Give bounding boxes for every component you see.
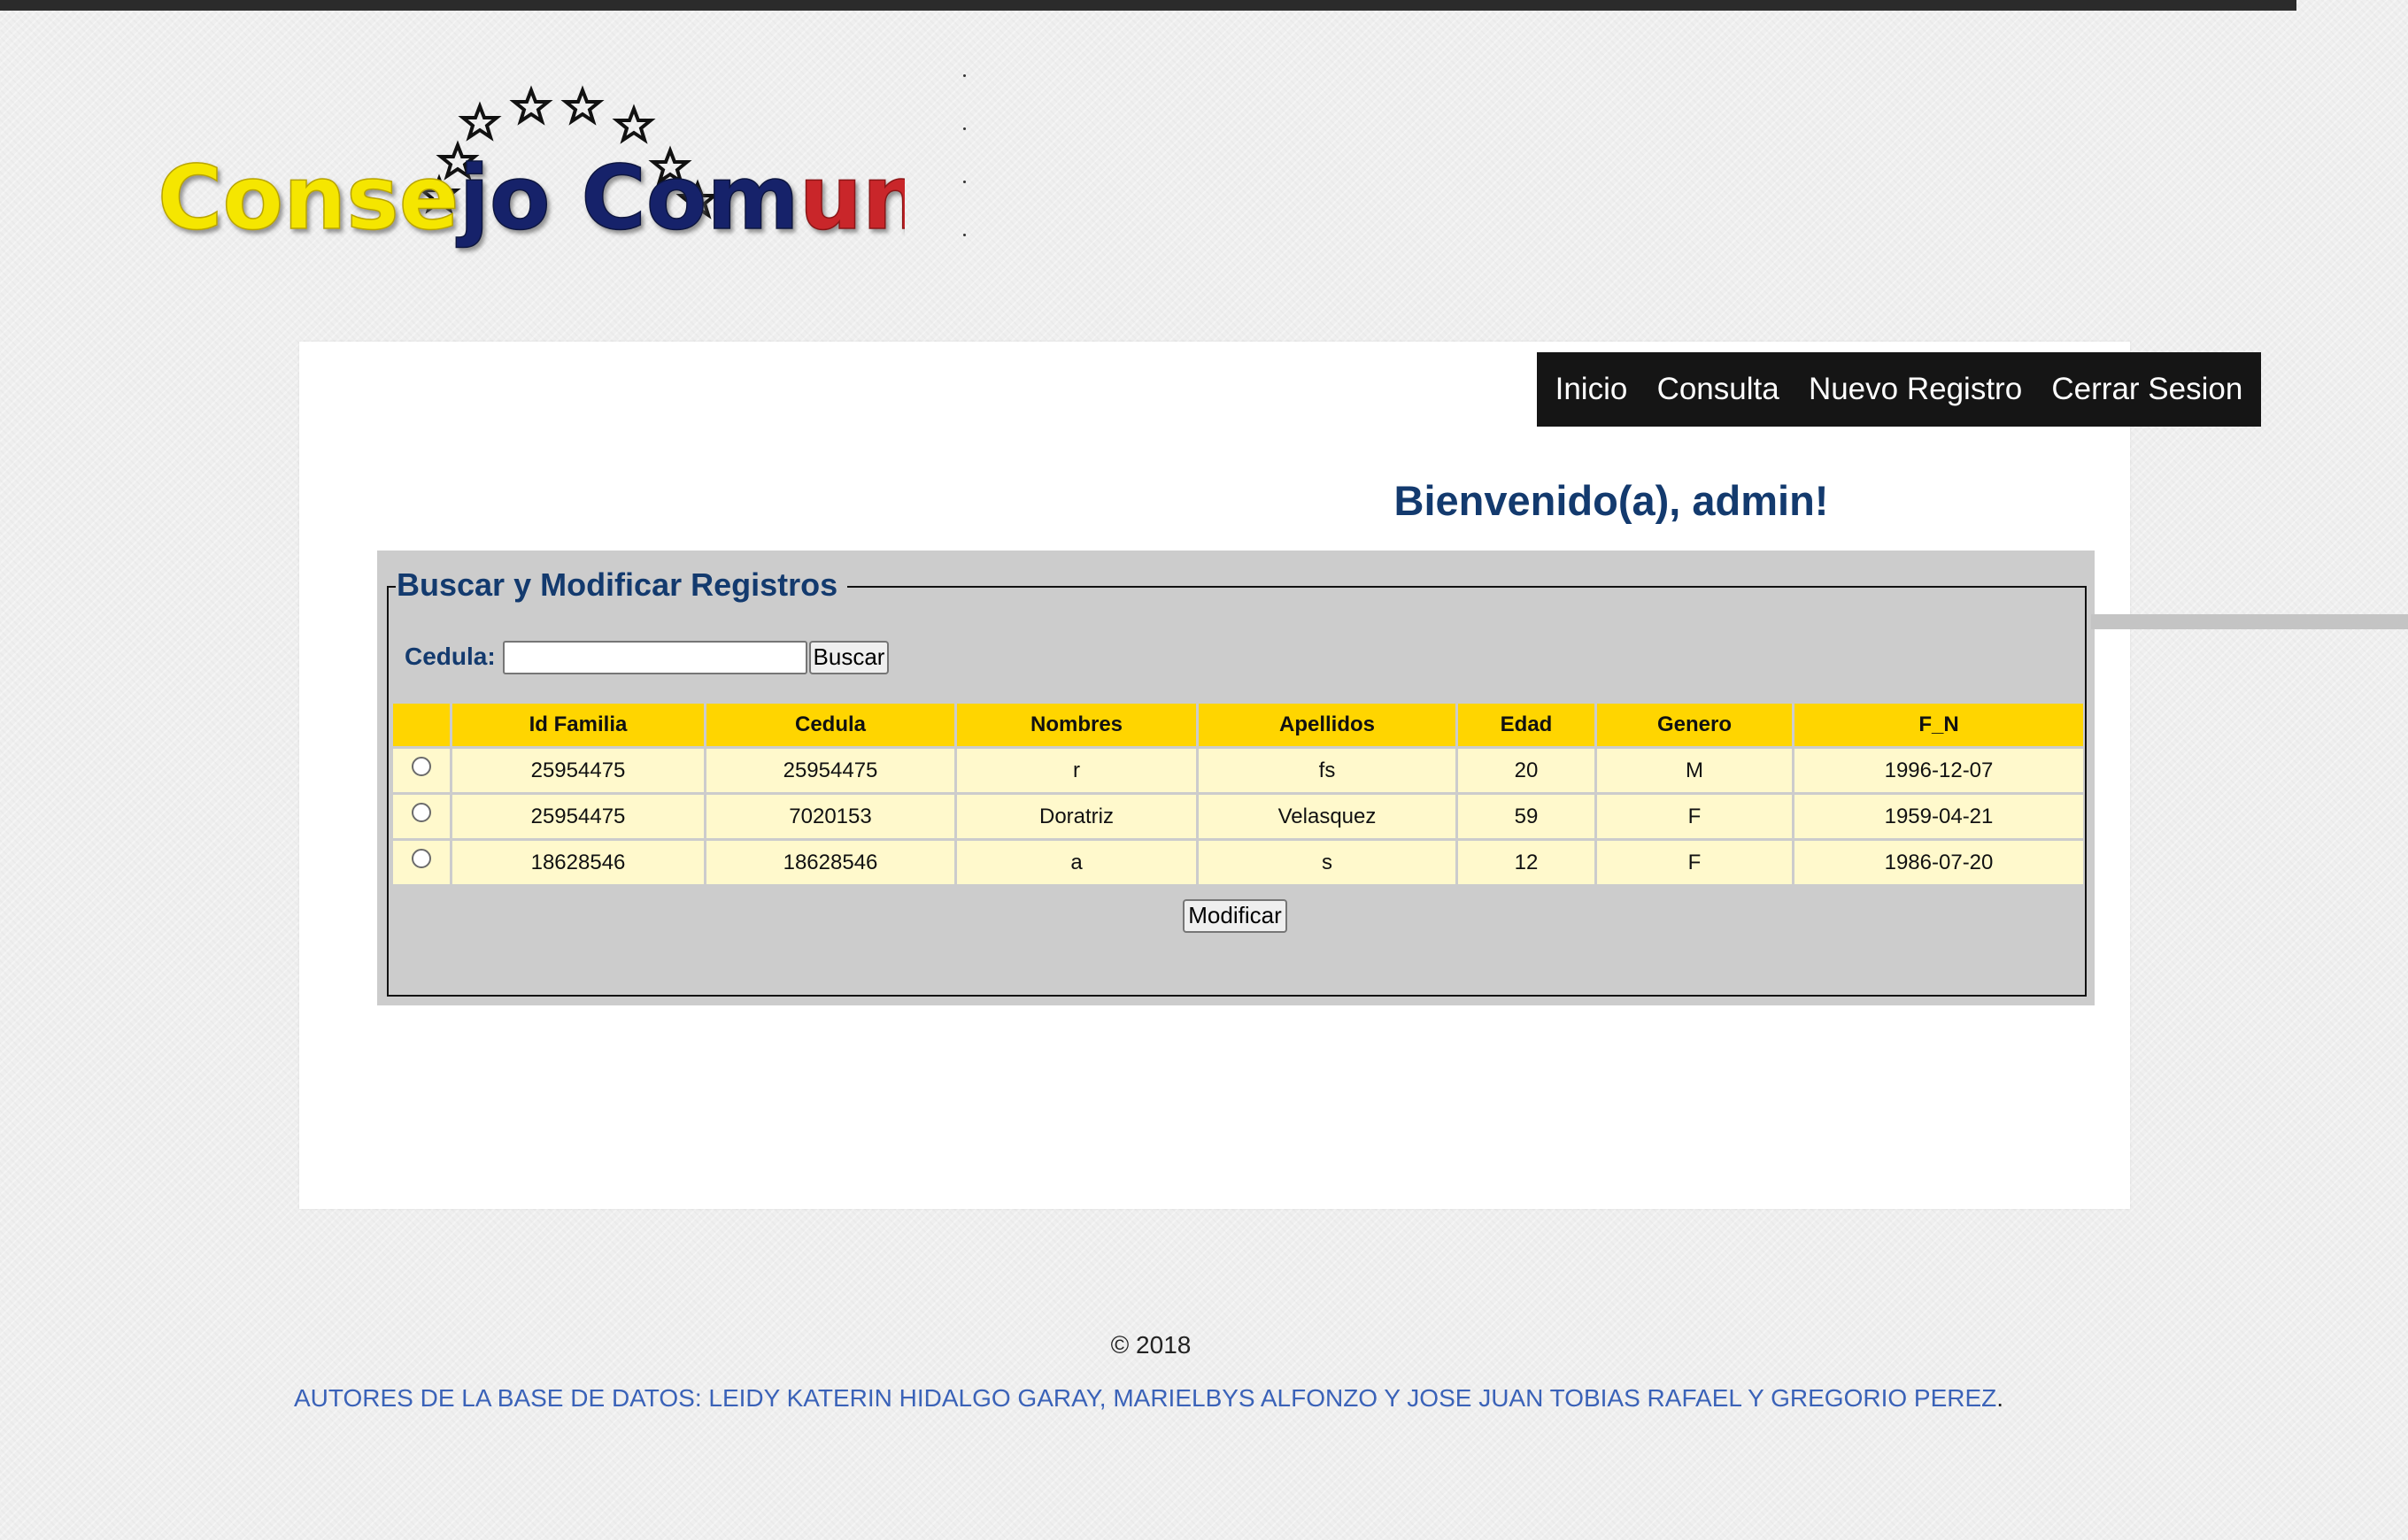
records-table: Id Familia Cedula Nombres Apellidos Edad… <box>390 701 2086 887</box>
main-nav: Inicio Consulta Nuevo Registro Cerrar Se… <box>1537 352 2261 427</box>
row-select-cell <box>393 841 450 884</box>
nav-nuevo-registro[interactable]: Nuevo Registro <box>1809 372 2022 407</box>
table-row: 25954475 25954475 r fs 20 M 1996-12-07 <box>393 749 2083 792</box>
row-select-cell <box>393 749 450 792</box>
table-row: 18628546 18628546 a s 12 F 1986-07-20 <box>393 841 2083 884</box>
cell-id-familia: 25954475 <box>452 749 704 792</box>
footer-authors-period: . <box>1996 1384 2004 1412</box>
cell-genero: F <box>1597 795 1792 838</box>
cell-id-familia: 25954475 <box>452 795 704 838</box>
nav-inicio[interactable]: Inicio <box>1555 372 1628 407</box>
fieldset-border-right <box>847 586 2087 588</box>
nav-consulta[interactable]: Consulta <box>1657 372 1779 407</box>
row-radio[interactable] <box>412 849 431 869</box>
horizontal-scroll-strip <box>2091 614 2408 629</box>
logo-graphic: Consejo Comunal <box>157 85 905 250</box>
cell-fecha-nacimiento: 1959-04-21 <box>1794 795 2083 838</box>
cell-cedula: 25954475 <box>706 749 954 792</box>
table-row: 25954475 7020153 Doratriz Velasquez 59 F… <box>393 795 2083 838</box>
cedula-input[interactable] <box>503 641 807 674</box>
welcome-heading: Bienvenido(a), admin! <box>1393 477 1829 524</box>
cell-edad: 20 <box>1458 749 1594 792</box>
top-bar <box>0 0 2296 11</box>
buscar-button[interactable]: Buscar <box>809 641 889 674</box>
header-cedula: Cedula <box>706 704 954 746</box>
fieldset-border-left <box>387 586 396 588</box>
cell-edad: 59 <box>1458 795 1594 838</box>
cell-cedula: 18628546 <box>706 841 954 884</box>
header-fecha-nacimiento: F_N <box>1794 704 2083 746</box>
cell-apellidos: Velasquez <box>1199 795 1455 838</box>
cell-nombres: Doratriz <box>957 795 1196 838</box>
row-select-cell <box>393 795 450 838</box>
cell-edad: 12 <box>1458 841 1594 884</box>
cell-fecha-nacimiento: 1996-12-07 <box>1794 749 2083 792</box>
cell-id-familia: 18628546 <box>452 841 704 884</box>
cell-nombres: a <box>957 841 1196 884</box>
consejo-comunal-logo: Consejo Comunal <box>152 80 905 266</box>
footer-authors: AUTORES DE LA BASE DE DATOS: LEIDY KATER… <box>294 1384 2003 1413</box>
cell-apellidos: fs <box>1199 749 1455 792</box>
cell-cedula: 7020153 <box>706 795 954 838</box>
cedula-label: Cedula: <box>405 643 496 670</box>
cell-genero: F <box>1597 841 1792 884</box>
row-radio[interactable] <box>412 803 431 823</box>
nav-cerrar-sesion[interactable]: Cerrar Sesion <box>2051 372 2242 407</box>
header-id-familia: Id Familia <box>452 704 704 746</box>
header-nombres: Nombres <box>957 704 1196 746</box>
header-apellidos: Apellidos <box>1199 704 1455 746</box>
cell-fecha-nacimiento: 1986-07-20 <box>1794 841 2083 884</box>
header-select <box>393 704 450 746</box>
search-legend: Buscar y Modificar Registros <box>397 566 844 604</box>
modificar-button[interactable]: Modificar <box>1183 899 1287 933</box>
decorative-dots <box>963 69 972 246</box>
header-edad: Edad <box>1458 704 1594 746</box>
row-radio[interactable] <box>412 757 431 777</box>
table-header-row: Id Familia Cedula Nombres Apellidos Edad… <box>393 704 2083 746</box>
cell-nombres: r <box>957 749 1196 792</box>
footer-authors-link[interactable]: AUTORES DE LA BASE DE DATOS: LEIDY KATER… <box>294 1384 1996 1412</box>
cell-genero: M <box>1597 749 1792 792</box>
footer-copyright: © 2018 <box>1110 1331 1192 1359</box>
cell-apellidos: s <box>1199 841 1455 884</box>
header-genero: Genero <box>1597 704 1792 746</box>
logo-text: Consejo Comunal <box>158 146 905 250</box>
